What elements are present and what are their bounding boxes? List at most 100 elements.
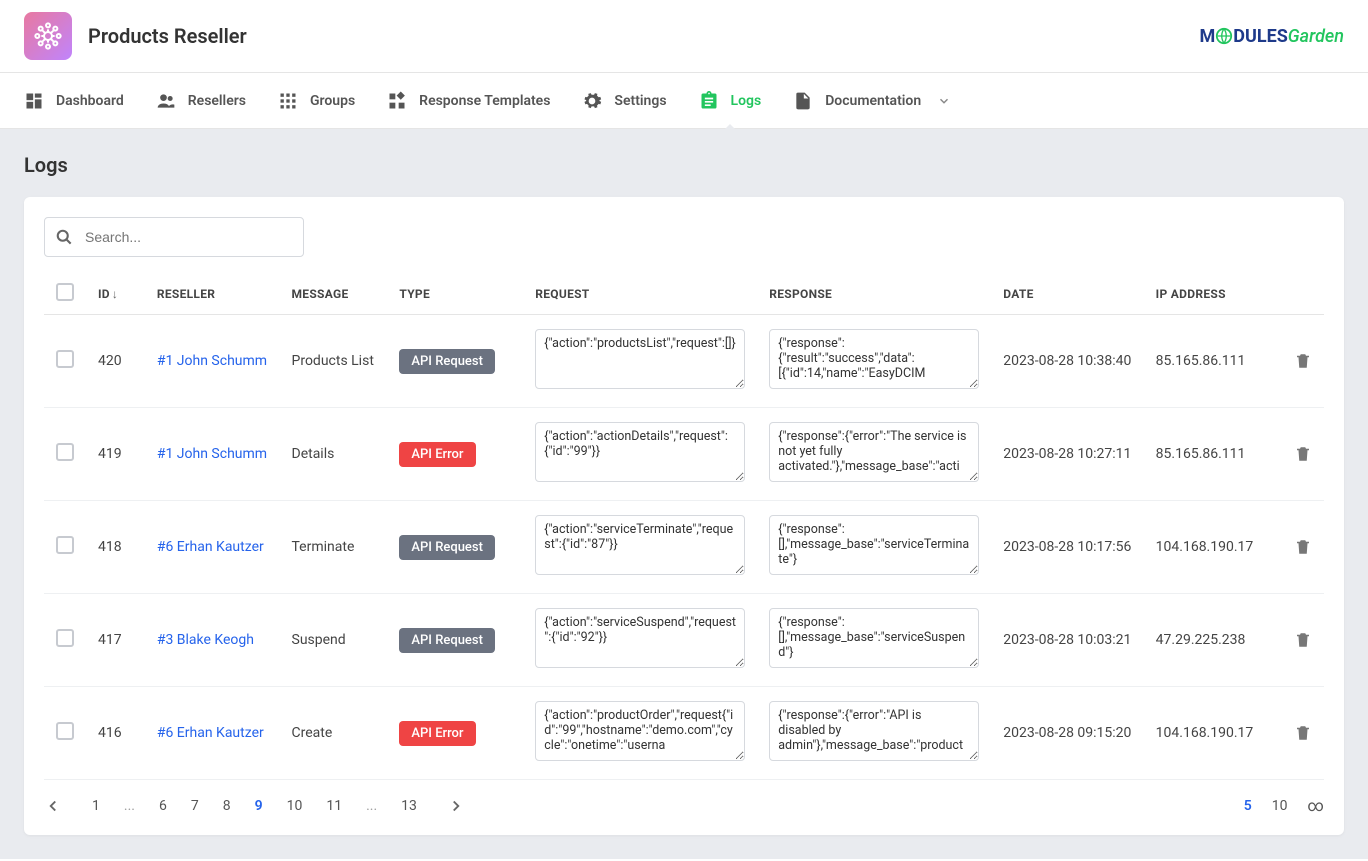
request-textarea[interactable]: {"action":"productOrder","request{"id":"… xyxy=(535,701,745,761)
type-badge: API Error xyxy=(399,721,475,746)
pagination-pages: 1... 6 7 8 9 10 11... 13 xyxy=(44,797,465,815)
tab-label: Resellers xyxy=(188,93,246,109)
cell-date: 2023-08-28 10:03:21 xyxy=(991,594,1143,687)
response-textarea[interactable]: {"response":[],"message_base":"serviceTe… xyxy=(769,515,979,575)
col-header-response[interactable]: RESPONSE xyxy=(757,273,991,315)
col-header-request[interactable]: REQUEST xyxy=(523,273,757,315)
col-header-date[interactable]: DATE xyxy=(991,273,1143,315)
tab-resellers[interactable]: Resellers xyxy=(156,73,246,129)
cell-id: 417 xyxy=(86,594,145,687)
search-input[interactable] xyxy=(44,217,304,257)
people-icon xyxy=(156,91,176,111)
table-row: 418#6 Erhan KautzerTerminateAPI Request{… xyxy=(44,501,1324,594)
page-next[interactable] xyxy=(447,797,465,815)
cell-message: Create xyxy=(280,687,388,780)
reseller-link[interactable]: #6 Erhan Kautzer xyxy=(157,725,264,741)
request-textarea[interactable]: {"action":"productsList","request":[]} xyxy=(535,329,745,389)
cell-message: Suspend xyxy=(280,594,388,687)
type-badge: API Request xyxy=(399,628,495,653)
cell-message: Details xyxy=(280,408,388,501)
modulesgarden-logo: MDULESGarden xyxy=(1200,26,1345,47)
table-row: 416#6 Erhan KautzerCreateAPI Error{"acti… xyxy=(44,687,1324,780)
page-number[interactable]: 8 xyxy=(223,798,231,814)
page-size-option[interactable]: 10 xyxy=(1272,798,1288,814)
response-textarea[interactable]: {"response":{"result":"success","data":[… xyxy=(769,329,979,389)
tab-label: Response Templates xyxy=(419,93,550,109)
page-prev[interactable] xyxy=(44,797,62,815)
tab-label: Groups xyxy=(310,93,355,109)
logs-table: ID↓ RESELLER MESSAGE TYPE REQUEST RESPON… xyxy=(44,273,1324,780)
tab-label: Settings xyxy=(614,93,666,109)
reseller-link[interactable]: #3 Blake Keogh xyxy=(157,632,254,648)
page-number[interactable]: 11 xyxy=(326,798,342,814)
product-icon xyxy=(24,12,72,60)
row-checkbox[interactable] xyxy=(56,443,74,461)
cell-ip: 47.29.225.238 xyxy=(1144,594,1282,687)
row-checkbox[interactable] xyxy=(56,536,74,554)
tab-label: Documentation xyxy=(825,93,921,109)
table-row: 420#1 John SchummProducts ListAPI Reques… xyxy=(44,315,1324,408)
cell-date: 2023-08-28 10:38:40 xyxy=(991,315,1143,408)
search-wrap xyxy=(44,217,304,257)
cell-date: 2023-08-28 10:27:11 xyxy=(991,408,1143,501)
response-textarea[interactable]: {"response":[],"message_base":"serviceSu… xyxy=(769,608,979,668)
request-textarea[interactable]: {"action":"serviceSuspend","request":{"i… xyxy=(535,608,745,668)
page-number[interactable]: 9 xyxy=(255,798,263,814)
cell-message: Products List xyxy=(280,315,388,408)
cell-ip: 85.165.86.111 xyxy=(1144,408,1282,501)
page-number[interactable]: 10 xyxy=(287,798,303,814)
gear-icon xyxy=(582,91,602,111)
select-all-checkbox[interactable] xyxy=(56,283,74,301)
tab-response-templates[interactable]: Response Templates xyxy=(387,73,550,129)
page-number[interactable]: 13 xyxy=(401,798,417,814)
response-textarea[interactable]: {"response":{"error":"API is disabled by… xyxy=(769,701,979,761)
page-title: Logs xyxy=(24,153,1344,177)
page-ellipsis: ... xyxy=(124,798,135,814)
logs-card: ID↓ RESELLER MESSAGE TYPE REQUEST RESPON… xyxy=(24,197,1344,835)
tab-logs[interactable]: Logs xyxy=(699,73,762,129)
description-icon xyxy=(793,91,813,111)
nav-tabs: Dashboard Resellers Groups Response Temp… xyxy=(0,73,1368,129)
delete-button[interactable] xyxy=(1294,538,1312,556)
apps-icon xyxy=(278,91,298,111)
row-checkbox[interactable] xyxy=(56,629,74,647)
cell-date: 2023-08-28 10:17:56 xyxy=(991,501,1143,594)
page-number[interactable]: 1 xyxy=(92,798,100,814)
col-header-reseller[interactable]: RESELLER xyxy=(145,273,280,315)
pagination-sizes: 5 10 ∞ xyxy=(1244,796,1324,815)
delete-button[interactable] xyxy=(1294,445,1312,463)
page-number[interactable]: 7 xyxy=(191,798,199,814)
col-header-id[interactable]: ID↓ xyxy=(86,273,145,315)
col-header-ip[interactable]: IP ADDRESS xyxy=(1144,273,1282,315)
brand-title: Products Reseller xyxy=(88,24,247,48)
page-size-option[interactable]: 5 xyxy=(1244,798,1252,814)
request-textarea[interactable]: {"action":"actionDetails","request":{"id… xyxy=(535,422,745,482)
assignment-icon xyxy=(699,91,719,111)
tab-documentation[interactable]: Documentation xyxy=(793,73,951,129)
page-size-option[interactable]: ∞ xyxy=(1308,796,1324,815)
row-checkbox[interactable] xyxy=(56,722,74,740)
tab-dashboard[interactable]: Dashboard xyxy=(24,73,124,129)
reseller-link[interactable]: #6 Erhan Kautzer xyxy=(157,539,264,555)
widgets-icon xyxy=(387,91,407,111)
reseller-link[interactable]: #1 John Schumm xyxy=(157,353,267,369)
delete-button[interactable] xyxy=(1294,352,1312,370)
brand: Products Reseller xyxy=(24,12,247,60)
reseller-link[interactable]: #1 John Schumm xyxy=(157,446,267,462)
tab-label: Logs xyxy=(731,93,762,109)
delete-button[interactable] xyxy=(1294,631,1312,649)
request-textarea[interactable]: {"action":"serviceTerminate","request":{… xyxy=(535,515,745,575)
table-row: 419#1 John SchummDetailsAPI Error{"actio… xyxy=(44,408,1324,501)
tab-groups[interactable]: Groups xyxy=(278,73,355,129)
page-number[interactable]: 6 xyxy=(159,798,167,814)
response-textarea[interactable]: {"response":{"error":"The service is not… xyxy=(769,422,979,482)
tab-settings[interactable]: Settings xyxy=(582,73,666,129)
delete-button[interactable] xyxy=(1294,724,1312,742)
cell-id: 419 xyxy=(86,408,145,501)
row-checkbox[interactable] xyxy=(56,350,74,368)
col-header-type[interactable]: TYPE xyxy=(387,273,523,315)
page-ellipsis: ... xyxy=(366,798,377,814)
top-header: Products Reseller MDULESGarden xyxy=(0,0,1368,73)
col-header-message[interactable]: MESSAGE xyxy=(280,273,388,315)
cell-id: 420 xyxy=(86,315,145,408)
